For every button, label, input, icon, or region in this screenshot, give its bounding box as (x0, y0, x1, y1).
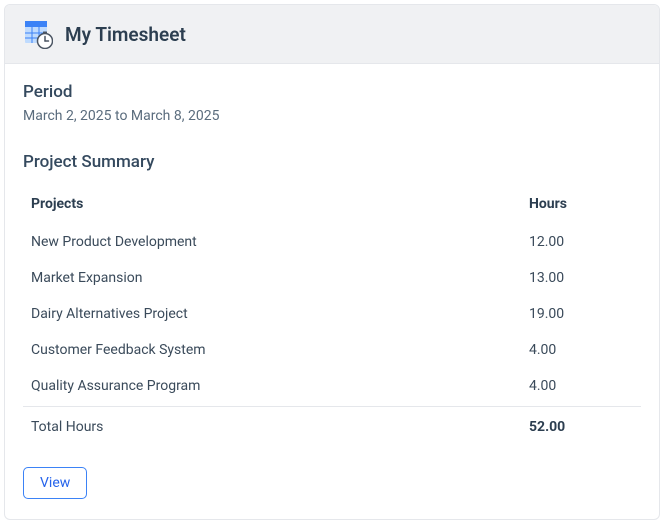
total-hours: 52.00 (521, 407, 641, 446)
card-header: My Timesheet (5, 5, 659, 64)
project-name: Quality Assurance Program (23, 368, 521, 407)
card-body: Period March 2, 2025 to March 8, 2025 Pr… (5, 64, 659, 519)
project-name: Dairy Alternatives Project (23, 296, 521, 332)
summary-title: Project Summary (23, 152, 641, 172)
project-summary-table: Projects Hours New Product Development 1… (23, 186, 641, 445)
table-row: Quality Assurance Program 4.00 (23, 368, 641, 407)
project-hours: 4.00 (521, 368, 641, 407)
table-row: Dairy Alternatives Project 19.00 (23, 296, 641, 332)
project-hours: 12.00 (521, 224, 641, 260)
project-hours: 13.00 (521, 260, 641, 296)
col-projects: Projects (23, 186, 521, 224)
timesheet-card: My Timesheet Period March 2, 2025 to Mar… (4, 4, 660, 520)
timesheet-icon (23, 19, 53, 49)
view-button[interactable]: View (23, 467, 87, 499)
period-label: Period (23, 82, 641, 102)
actions: View (23, 467, 641, 499)
project-name: Customer Feedback System (23, 332, 521, 368)
table-header-row: Projects Hours (23, 186, 641, 224)
project-name: Market Expansion (23, 260, 521, 296)
project-hours: 19.00 (521, 296, 641, 332)
project-name: New Product Development (23, 224, 521, 260)
table-row: New Product Development 12.00 (23, 224, 641, 260)
project-hours: 4.00 (521, 332, 641, 368)
col-hours: Hours (521, 186, 641, 224)
table-row: Customer Feedback System 4.00 (23, 332, 641, 368)
card-title: My Timesheet (65, 23, 186, 46)
total-row: Total Hours 52.00 (23, 407, 641, 446)
period-value: March 2, 2025 to March 8, 2025 (23, 108, 641, 124)
total-label: Total Hours (23, 407, 521, 446)
table-row: Market Expansion 13.00 (23, 260, 641, 296)
